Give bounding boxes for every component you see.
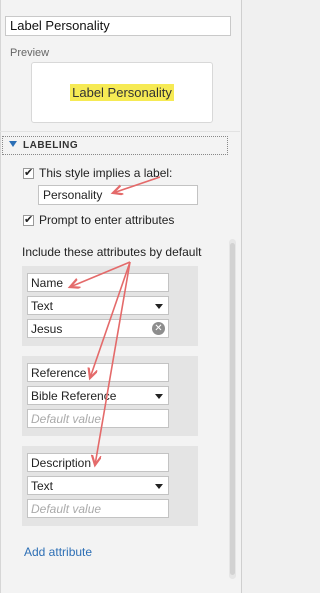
- collapse-triangle-icon[interactable]: [9, 141, 17, 147]
- prompt-attributes-text: Prompt to enter attributes: [39, 213, 175, 227]
- attribute-type-value: Bible Reference: [31, 389, 117, 403]
- attribute-name-field[interactable]: Description: [27, 453, 169, 472]
- attribute-default-value: Jesus: [31, 322, 63, 336]
- attribute-type-value: Text: [31, 299, 54, 313]
- attribute-type-select[interactable]: Bible Reference: [27, 386, 169, 405]
- section-title: LABELING: [23, 140, 79, 151]
- prompt-attributes-checkbox[interactable]: [23, 213, 34, 226]
- add-attribute-link[interactable]: Add attribute: [24, 545, 92, 559]
- dropdown-caret-icon: [155, 394, 163, 399]
- style-name-input[interactable]: Label Personality: [5, 16, 231, 36]
- divider: [0, 131, 240, 132]
- attribute-group: Description Text Default value: [22, 446, 198, 526]
- clear-icon[interactable]: ✕: [152, 322, 165, 335]
- attribute-type-select[interactable]: Text: [27, 296, 169, 315]
- preview-box: Label Personality: [31, 62, 213, 123]
- dropdown-caret-icon: [155, 484, 163, 489]
- preview-label: Preview: [10, 47, 50, 59]
- attribute-type-value: Text: [31, 479, 54, 493]
- attribute-name-field[interactable]: Reference: [27, 363, 169, 382]
- attribute-type-select[interactable]: Text: [27, 476, 169, 495]
- implies-label-text: This style implies a label:: [39, 166, 173, 180]
- attribute-default-field[interactable]: Default value: [27, 499, 169, 518]
- attribute-default-field[interactable]: Default value: [27, 409, 169, 428]
- include-attributes-label: Include these attributes by default: [22, 245, 202, 259]
- preview-sample-text: Label Personality: [70, 84, 174, 101]
- scrollbar-thumb[interactable]: [230, 243, 235, 575]
- implied-label-input[interactable]: Personality: [38, 185, 198, 205]
- labeling-section-header[interactable]: LABELING: [2, 136, 228, 155]
- attribute-default-field[interactable]: Jesus ✕: [27, 319, 169, 338]
- attribute-group: Name Text Jesus ✕: [22, 266, 198, 346]
- implies-label-checkbox[interactable]: [23, 166, 34, 179]
- attribute-name-field[interactable]: Name: [27, 273, 169, 292]
- attribute-group: Reference Bible Reference Default value: [22, 356, 198, 436]
- dropdown-caret-icon: [155, 304, 163, 309]
